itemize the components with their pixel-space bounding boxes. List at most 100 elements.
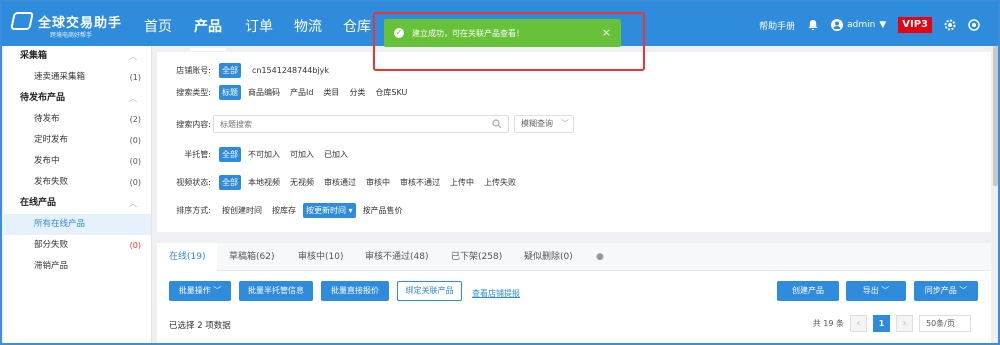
sidebar: 采集箱 ︿ 速卖通采集箱 (1) 待发布产品 ︿ 待发布 (2) 定时发布 (0) 发布中… <box>4 46 152 343</box>
video-option-upload-failed[interactable]: 上传失败 <box>481 175 519 190</box>
item-count: (0) <box>129 136 141 145</box>
page-number[interactable]: 1 <box>873 315 890 332</box>
gear-icon[interactable] <box>944 19 956 31</box>
nav-products[interactable]: 产品 <box>190 16 226 51</box>
video-option-rejected[interactable]: 审核不通过 <box>397 175 443 190</box>
sync-products-button[interactable]: 同步产品 ﹀ <box>914 281 978 301</box>
search-type-title[interactable]: 标题 <box>219 84 241 100</box>
app-frame: 全球交易助手 跨境电商好帮手 首页 产品 订单 物流 仓库 帮助手册 admin… <box>0 0 1000 345</box>
selection-count: 已选择 2 项数据 <box>169 321 231 331</box>
video-option-uploading[interactable]: 上传中 <box>447 175 477 190</box>
scrollbar[interactable] <box>993 46 998 186</box>
prev-page-button[interactable]: ‹ <box>850 315 867 332</box>
search-type-sku-code[interactable]: 商品编码 <box>245 85 283 100</box>
vip-badge[interactable]: VIP3 <box>898 17 932 33</box>
item-count: (0) <box>129 157 141 166</box>
chevron-down-icon: ﹀ <box>561 119 569 128</box>
sidebar-group-collect[interactable]: 采集箱 ︿ <box>4 46 151 67</box>
item-label: 发布中 <box>34 156 60 166</box>
button-label: 同步产品 <box>924 286 957 295</box>
logo[interactable]: 全球交易助手 跨境电商好帮手 <box>10 10 123 39</box>
bell-icon[interactable] <box>807 19 819 31</box>
user-menu[interactable]: admin ▼ <box>831 19 886 31</box>
item-label: 发布失败 <box>34 177 69 187</box>
search-input-wrapper <box>213 115 509 133</box>
logo-mark-icon <box>10 12 34 30</box>
sidebar-item-slow-moving[interactable]: 滞销产品 <box>4 256 151 277</box>
tab-online[interactable]: 在线(19) <box>157 243 218 271</box>
page-size-select[interactable]: 50条/页 <box>919 315 971 332</box>
video-option-reviewing[interactable]: 审核中 <box>363 175 393 190</box>
group-title: 在线产品 <box>20 198 57 208</box>
search-icon[interactable] <box>492 119 502 129</box>
video-option-approved[interactable]: 审核通过 <box>321 175 359 190</box>
nav-logistics[interactable]: 物流 <box>294 16 322 36</box>
next-page-button[interactable]: › <box>896 315 913 332</box>
item-count: (2) <box>129 115 141 124</box>
chevron-down-icon: ﹀ <box>959 286 968 295</box>
store-option-account[interactable]: cn1541248744bjyk <box>249 64 332 77</box>
tab-suspected-deleted[interactable]: 疑似删除(0) <box>524 243 573 271</box>
sidebar-item-publishing[interactable]: 发布中 (0) <box>4 151 151 172</box>
batch-ops-button[interactable]: 批量操作 ﹀ <box>169 281 231 301</box>
sort-by-price[interactable]: 按产品售价 <box>360 203 406 218</box>
filter-label: 排序方式: <box>176 205 211 215</box>
search-type-warehouse-sku[interactable]: 仓库SKU <box>372 85 410 100</box>
nav-warehouse[interactable]: 仓库 <box>343 16 371 36</box>
sort-by-created[interactable]: 按创建时间 <box>219 203 265 218</box>
filter-search-content-row: 搜索内容: <box>157 116 215 132</box>
help-manual-link[interactable]: 帮助手册 <box>759 19 795 32</box>
tab-rejected[interactable]: 审核不通过(48) <box>365 243 428 271</box>
video-option-all[interactable]: 全部 <box>219 174 241 190</box>
tab-drafts[interactable]: 草稿箱(62) <box>229 243 274 271</box>
search-input[interactable] <box>214 116 474 132</box>
sidebar-item-partial-failed[interactable]: 部分失败 (0) <box>4 235 151 256</box>
tab-delisted[interactable]: 已下架(258) <box>451 243 502 271</box>
header-right: 帮助手册 admin ▼ VIP3 <box>759 16 980 34</box>
video-option-none[interactable]: 无视频 <box>287 175 317 190</box>
chevron-down-icon: ﹀ <box>213 286 222 295</box>
consign-option-not-allowed[interactable]: 不可加入 <box>245 147 283 162</box>
store-option-all[interactable]: 全部 <box>219 62 241 78</box>
status-tabs: 在线(19) 草稿箱(62) 审核中(10) 审核不通过(48) 已下架(258… <box>157 243 991 271</box>
filter-search-type-row: 搜索类型: 标题 商品编码 产品Id 类目 分类 仓库SKU <box>157 84 410 100</box>
sidebar-item-to-publish[interactable]: 待发布 (2) <box>4 109 151 130</box>
consign-option-all[interactable]: 全部 <box>219 146 241 162</box>
search-type-product-id[interactable]: 产品Id <box>287 85 316 100</box>
nav-orders[interactable]: 订单 <box>245 16 273 36</box>
sidebar-item-publish-failed[interactable]: 发布失败 (0) <box>4 172 151 193</box>
search-type-group[interactable]: 分类 <box>346 85 368 100</box>
filter-label: 搜索内容: <box>176 119 211 129</box>
consign-option-joined[interactable]: 已加入 <box>321 147 351 162</box>
nav-home[interactable]: 首页 <box>144 16 172 36</box>
username: admin <box>847 20 876 30</box>
button-label: 批量操作 <box>178 286 211 295</box>
sidebar-item-aliexpress-collect[interactable]: 速卖通采集箱 (1) <box>4 67 151 88</box>
sidebar-group-online[interactable]: 在线产品 ︿ <box>4 193 151 214</box>
sidebar-group-pending[interactable]: 待发布产品 ︿ <box>4 88 151 109</box>
tab-reviewing[interactable]: 审核中(10) <box>298 243 343 271</box>
sort-by-stock[interactable]: 按库存 <box>269 203 299 218</box>
sort-by-updated[interactable]: 按更新时间 ▾ <box>303 202 356 218</box>
video-option-local[interactable]: 本地视频 <box>245 175 283 190</box>
item-label: 部分失败 <box>34 240 69 250</box>
create-product-button[interactable]: 创建产品 <box>777 281 839 301</box>
export-button[interactable]: 导出 ﹀ <box>846 281 906 301</box>
consign-option-allowed[interactable]: 可加入 <box>287 147 317 162</box>
bind-product-button[interactable]: 绑定关联产品 <box>397 281 462 301</box>
sidebar-item-scheduled[interactable]: 定时发布 (0) <box>4 130 151 151</box>
view-store-link[interactable]: 查看店铺提报 <box>472 288 520 299</box>
filter-label: 半托管: <box>184 149 211 159</box>
chevron-down-icon: ﹀ <box>881 286 890 295</box>
settings-circle-icon[interactable] <box>968 19 980 31</box>
item-count: (1) <box>129 73 141 82</box>
batch-price-button[interactable]: 批量直接报价 <box>321 281 389 301</box>
help-circle-icon[interactable]: ● <box>596 243 604 271</box>
logo-title: 全球交易助手 <box>38 16 123 31</box>
batch-consign-button[interactable]: 批量半托管信息 <box>239 281 313 301</box>
search-mode-select[interactable]: 模糊查询 ﹀ <box>514 115 574 133</box>
caret-down-icon: ▼ <box>879 20 887 30</box>
sidebar-item-all-online[interactable]: 所有在线产品 <box>4 214 151 235</box>
search-type-category[interactable]: 类目 <box>320 85 342 100</box>
group-title: 采集箱 <box>20 51 48 61</box>
